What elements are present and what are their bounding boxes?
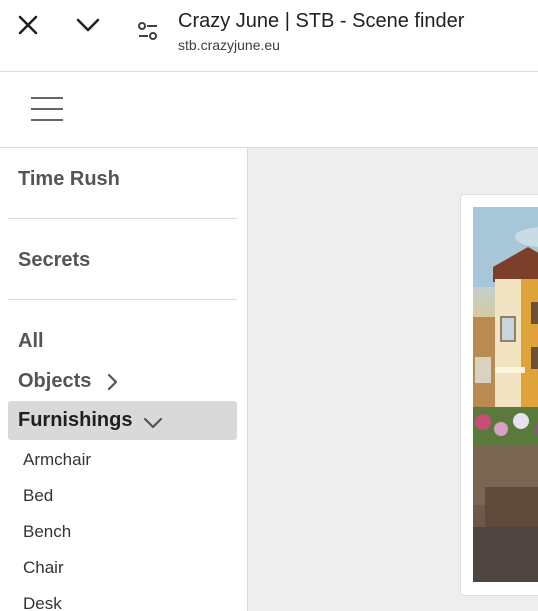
subcategory-desk[interactable]: Desk xyxy=(23,594,62,611)
browser-toolbar: Crazy June | STB - Scene finder stb.craz… xyxy=(0,0,538,72)
site-settings-button[interactable] xyxy=(128,11,168,51)
subcategory-chair[interactable]: Chair xyxy=(23,558,64,578)
chevron-right-icon xyxy=(108,373,118,390)
page-url: stb.crazyjune.eu xyxy=(178,37,280,53)
app-header xyxy=(0,72,538,148)
site-settings-icon xyxy=(138,22,157,40)
close-icon xyxy=(18,15,38,35)
sidebar-divider xyxy=(8,299,237,300)
chevron-down-icon xyxy=(144,417,163,428)
sidebar: Time Rush Secrets All Objects Furnishing… xyxy=(0,148,248,611)
category-label: Objects xyxy=(18,370,92,392)
category-objects[interactable]: Objects xyxy=(18,370,123,393)
collapse-button[interactable] xyxy=(68,5,108,45)
hamburger-menu-icon[interactable] xyxy=(29,93,65,125)
category-label: All xyxy=(18,330,44,352)
sidebar-section-secrets[interactable]: Secrets xyxy=(18,249,90,272)
close-button[interactable] xyxy=(8,5,48,45)
sidebar-section-time-rush[interactable]: Time Rush xyxy=(18,168,120,191)
category-all[interactable]: All xyxy=(18,330,44,353)
chevron-down-icon xyxy=(76,18,100,32)
category-furnishings[interactable]: Furnishings xyxy=(18,409,164,432)
category-label: Furnishings xyxy=(18,409,133,431)
subcategory-bench[interactable]: Bench xyxy=(23,522,71,542)
subcategory-bed[interactable]: Bed xyxy=(23,486,53,506)
scene-card[interactable] xyxy=(460,194,538,596)
main-content xyxy=(248,148,538,611)
sidebar-divider xyxy=(8,218,237,219)
scene-preview-image[interactable] xyxy=(473,207,538,582)
subcategory-armchair[interactable]: Armchair xyxy=(23,450,91,470)
scene-illustration xyxy=(473,207,538,582)
page-title: Crazy June | STB - Scene finder xyxy=(178,10,465,32)
